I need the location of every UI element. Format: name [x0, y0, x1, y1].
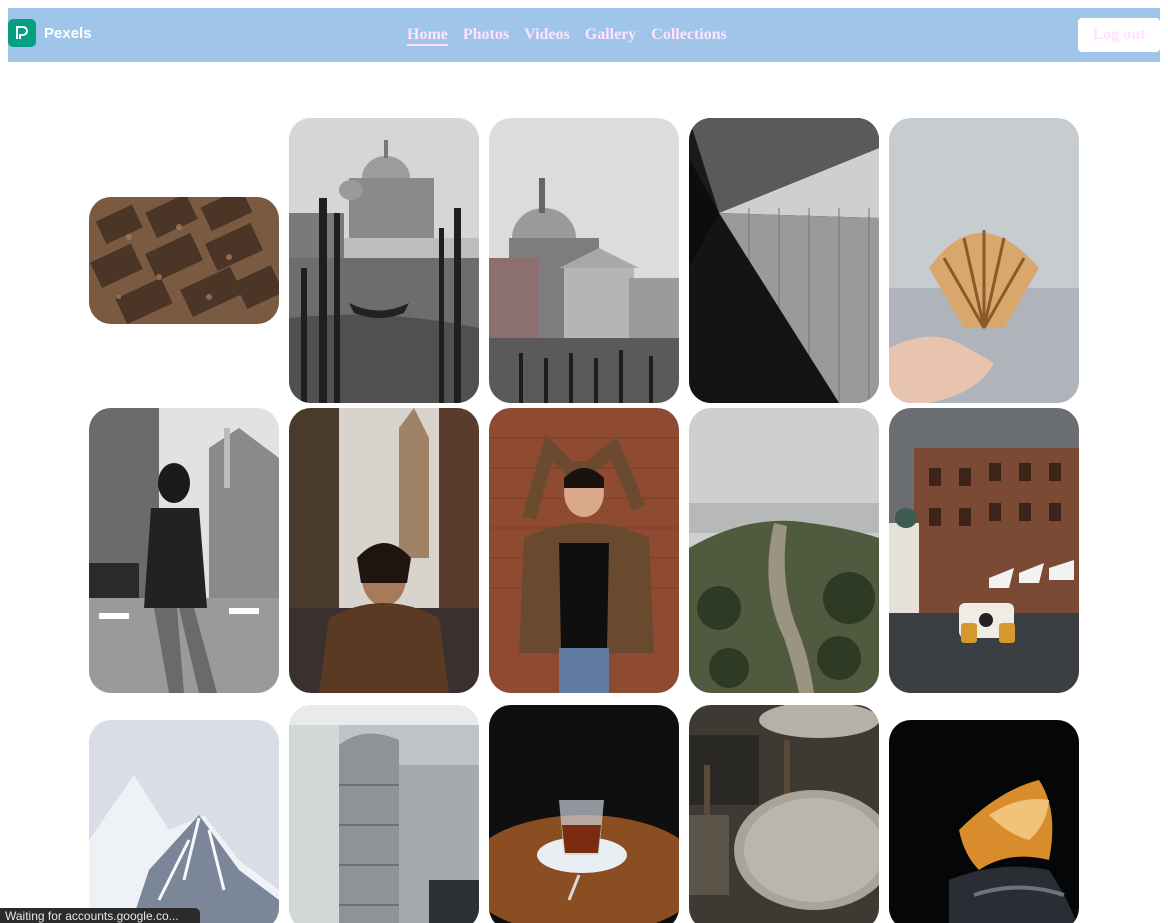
nav-photos[interactable]: Photos	[463, 25, 509, 45]
photo-snowy-mountain[interactable]	[89, 720, 279, 923]
brand-name: Pexels	[44, 24, 92, 42]
photo-metal-ducts[interactable]	[289, 705, 479, 923]
brand-logo[interactable]: Pexels	[8, 19, 92, 47]
main-nav: Home Photos Videos Gallery Collections	[407, 25, 742, 45]
photo-canyon-rock[interactable]	[889, 720, 1079, 923]
photo-scallop-shell[interactable]	[889, 118, 1079, 403]
photo-woman-city-street[interactable]	[89, 408, 279, 693]
nav-home[interactable]: Home	[407, 25, 448, 45]
nav-collections[interactable]: Collections	[651, 25, 727, 45]
photo-market-stalls[interactable]	[89, 197, 279, 324]
logout-button[interactable]: Log out	[1078, 18, 1160, 52]
page: Pexels Home Photos Videos Gallery Collec…	[0, 0, 1168, 923]
photo-vintage-car[interactable]	[889, 408, 1079, 693]
photo-cafe-table[interactable]	[689, 705, 879, 923]
pexels-logo-icon	[8, 19, 36, 47]
photo-venice-dome[interactable]	[489, 118, 679, 403]
photo-woman-brick-wall[interactable]	[489, 408, 679, 693]
photo-hillside-path[interactable]	[689, 408, 879, 693]
photo-woman-brown-jacket[interactable]	[289, 408, 479, 693]
browser-status-bar: Waiting for accounts.google.co...	[0, 908, 200, 923]
navbar: Pexels Home Photos Videos Gallery Collec…	[8, 8, 1160, 62]
nav-gallery[interactable]: Gallery	[585, 25, 637, 45]
photo-tea-glass[interactable]	[489, 705, 679, 923]
nav-videos[interactable]: Videos	[524, 25, 570, 45]
photo-venice-basilica[interactable]	[289, 118, 479, 403]
photo-glass-building[interactable]	[689, 118, 879, 403]
